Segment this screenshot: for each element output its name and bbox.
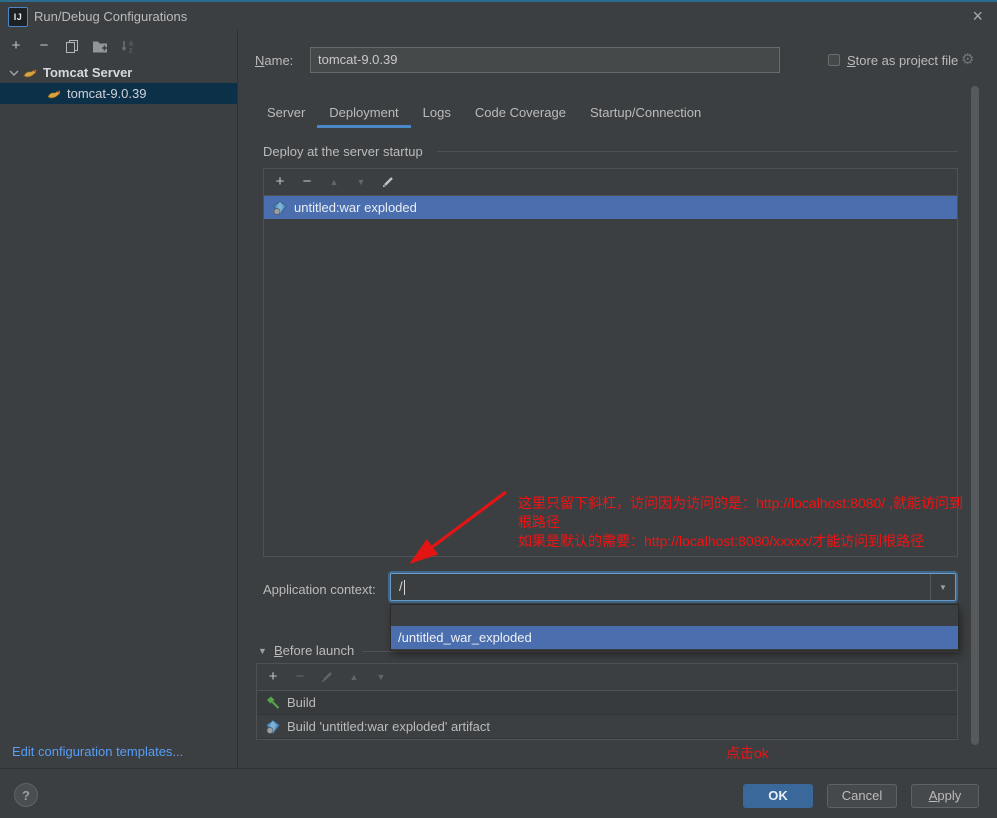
tab-startup-connection[interactable]: Startup/Connection [578, 100, 713, 128]
move-task-down-icon[interactable]: ▼ [373, 669, 389, 685]
sidebar-item-tomcat-server[interactable]: Tomcat Server [0, 62, 237, 83]
before-launch-toolbar: + − ▲ ▼ [257, 664, 957, 691]
svg-text:z: z [129, 48, 133, 54]
window-title: Run/Debug Configurations [34, 9, 188, 24]
configurations-sidebar: + − az Tomcat Server tomcat-9.0.39 Edit … [0, 30, 238, 768]
tomcat-icon [46, 86, 62, 102]
sidebar-toolbar: + − az [0, 30, 237, 62]
deploy-artifact-row[interactable]: untitled:war exploded [264, 196, 957, 219]
remove-artifact-icon[interactable]: − [299, 174, 315, 190]
application-context-combobox[interactable]: / ▼ [390, 573, 956, 601]
before-launch-collapse-icon[interactable]: ▼ [258, 646, 267, 656]
annotation-line-1: 这里只留下斜杠，访问因为访问的是：http://localhost:8080/ … [518, 495, 963, 511]
tab-code-coverage[interactable]: Code Coverage [463, 100, 578, 128]
application-context-dropdown: /untitled_war_exploded [390, 604, 959, 651]
before-launch-task-build[interactable]: Build [257, 691, 957, 715]
help-icon[interactable]: ? [14, 783, 38, 807]
apply-button[interactable]: Apply [911, 784, 979, 808]
run-debug-configurations-dialog: IJ Run/Debug Configurations × + − az Tom… [0, 0, 997, 818]
deploy-section-title: Deploy at the server startup [263, 144, 423, 159]
store-as-project-file-label: Store as project file [847, 53, 959, 68]
vertical-scrollbar-thumb[interactable] [971, 86, 979, 745]
name-input[interactable]: tomcat-9.0.39 [310, 47, 780, 73]
tree-root-label: Tomcat Server [43, 65, 133, 80]
hammer-icon [265, 695, 281, 711]
edit-artifact-icon[interactable] [380, 174, 396, 190]
application-context-value: / [399, 579, 403, 594]
annotation-arrow [409, 490, 507, 564]
task-build-artifact-label: Build 'untitled:war exploded' artifact [287, 719, 490, 734]
remove-task-icon[interactable]: − [292, 669, 308, 685]
artifact-icon [265, 719, 281, 735]
deploy-toolbar: + − ▲ ▼ [264, 169, 957, 196]
artifact-icon [272, 200, 288, 216]
gear-icon[interactable]: ⚙ [961, 50, 974, 68]
tree-child-label: tomcat-9.0.39 [67, 86, 147, 101]
svg-text:a: a [129, 41, 133, 48]
application-context-label: Application context: [263, 582, 376, 597]
deploy-section-rule [437, 151, 958, 152]
copy-configuration-icon[interactable] [64, 38, 80, 54]
before-launch-task-build-artifact[interactable]: Build 'untitled:war exploded' artifact [257, 715, 957, 739]
annotation-line-2: 根路径 [518, 514, 560, 530]
title-bar: IJ Run/Debug Configurations × [0, 2, 997, 30]
tab-server[interactable]: Server [255, 100, 317, 128]
configuration-tabs: Server Deployment Logs Code Coverage Sta… [255, 100, 713, 128]
text-caret [403, 580, 405, 596]
add-configuration-icon[interactable]: + [8, 38, 24, 54]
move-task-up-icon[interactable]: ▲ [346, 669, 362, 685]
ok-button[interactable]: OK [743, 784, 813, 808]
deploy-artifact-label: untitled:war exploded [294, 200, 417, 215]
store-as-project-file-checkbox[interactable] [828, 54, 840, 66]
before-launch-panel: + − ▲ ▼ Build Build 'untitled:war explod… [256, 663, 958, 740]
sidebar-item-tomcat-9039[interactable]: tomcat-9.0.39 [0, 83, 237, 104]
combobox-dropdown-arrow-icon[interactable]: ▼ [930, 574, 955, 600]
new-folder-icon[interactable] [92, 38, 108, 54]
edit-task-icon[interactable] [319, 669, 335, 685]
task-build-label: Build [287, 695, 316, 710]
tomcat-icon [22, 65, 38, 81]
annotation-line-3: 如果是默认的需要：http://localhost:8080/xxxxx/才能访… [518, 533, 925, 549]
move-up-icon[interactable]: ▲ [326, 174, 342, 190]
sort-configurations-icon[interactable]: az [120, 38, 136, 54]
tab-deployment[interactable]: Deployment [317, 100, 411, 128]
annotation-click-ok: 点击ok [726, 745, 769, 761]
dropdown-item-untitled-war-exploded[interactable]: /untitled_war_exploded [391, 626, 958, 649]
dialog-footer: ? OK Cancel Apply [0, 768, 997, 818]
chevron-down-icon[interactable] [6, 65, 22, 81]
remove-configuration-icon[interactable]: − [36, 38, 52, 54]
before-launch-rule [362, 651, 958, 652]
before-launch-title: Before launch [274, 643, 355, 658]
close-icon[interactable]: × [972, 5, 983, 27]
move-down-icon[interactable]: ▼ [353, 174, 369, 190]
add-artifact-icon[interactable]: + [272, 174, 288, 190]
name-label: Name: [255, 53, 294, 68]
intellij-logo-icon: IJ [8, 7, 28, 27]
tab-logs[interactable]: Logs [411, 100, 463, 128]
cancel-button[interactable]: Cancel [827, 784, 897, 808]
add-task-icon[interactable]: + [265, 669, 281, 685]
edit-configuration-templates-link[interactable]: Edit configuration templates... [12, 744, 183, 759]
